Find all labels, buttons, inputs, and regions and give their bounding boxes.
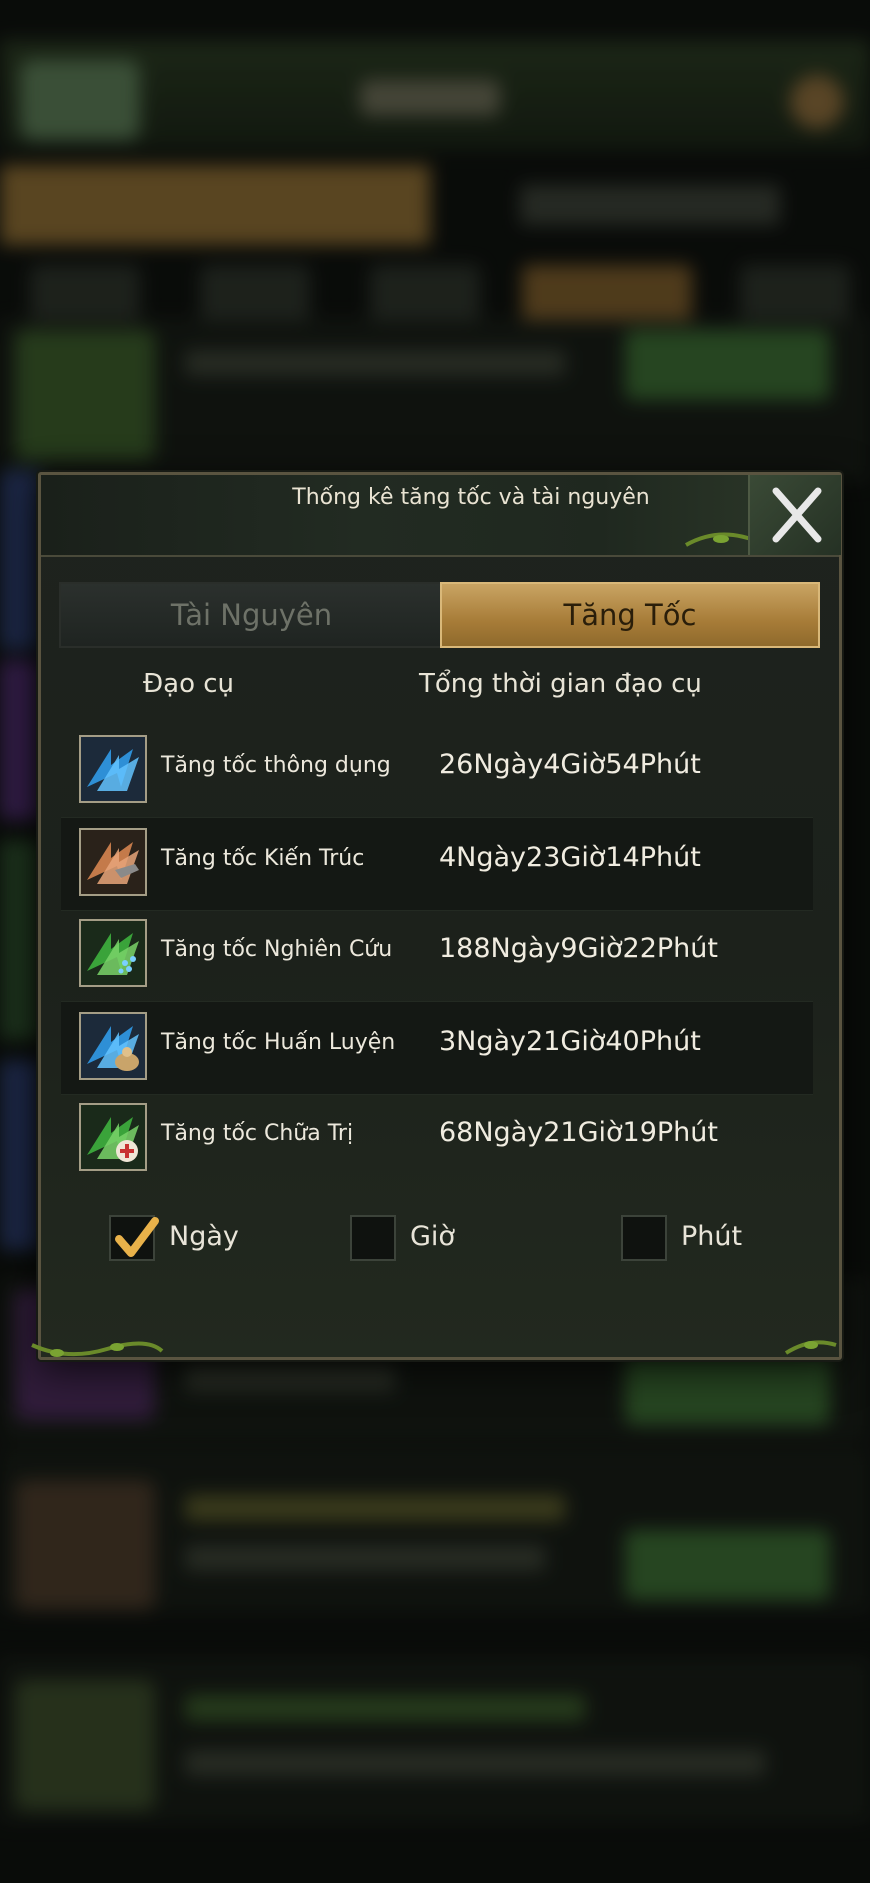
speedup-row: Tăng tốc Huấn Luyện 3Ngày21Giờ40Phút bbox=[61, 1001, 813, 1095]
speedup-time: 188Ngày9Giờ22Phút bbox=[439, 933, 718, 964]
checkbox-box[interactable] bbox=[621, 1215, 667, 1261]
vine-decoration-icon bbox=[31, 1341, 164, 1357]
speedup-stats-dialog: Thống kê tăng tốc và tài nguyên Tài Nguy… bbox=[31, 472, 842, 1360]
checkbox-box[interactable] bbox=[350, 1215, 396, 1261]
column-header-total-time: Tổng thời gian đạo cụ bbox=[419, 669, 702, 699]
speedup-research-icon bbox=[79, 919, 147, 987]
speedup-building-icon bbox=[79, 828, 147, 896]
speedup-name: Tăng tốc thông dụng bbox=[161, 753, 391, 778]
close-x-icon bbox=[772, 487, 822, 543]
speedup-row: Tăng tốc Kiến Trúc 4Ngày23Giờ14Phút bbox=[61, 817, 813, 911]
close-button[interactable] bbox=[748, 475, 841, 555]
speedup-name: Tăng tốc Chữa Trị bbox=[161, 1121, 354, 1146]
speedup-time: 3Ngày21Giờ40Phút bbox=[439, 1026, 701, 1057]
speedup-name: Tăng tốc Huấn Luyện bbox=[161, 1030, 396, 1055]
checkbox-box[interactable] bbox=[109, 1215, 159, 1261]
speedup-healing-icon bbox=[79, 1103, 147, 1171]
checkmark-icon bbox=[115, 1217, 159, 1257]
dialog-header: Thống kê tăng tốc và tài nguyên bbox=[41, 475, 841, 557]
unit-label: Ngày bbox=[169, 1221, 239, 1252]
unit-label: Phút bbox=[681, 1221, 743, 1252]
speedup-time: 68Ngày21Giờ19Phút bbox=[439, 1117, 718, 1148]
dialog-title: Thống kê tăng tốc và tài nguyên bbox=[292, 485, 650, 510]
tab-resources[interactable]: Tài Nguyên bbox=[59, 582, 444, 648]
speedup-general-icon bbox=[79, 735, 147, 803]
vine-decoration-icon bbox=[784, 1340, 837, 1355]
speedup-time: 26Ngày4Giờ54Phút bbox=[439, 749, 701, 780]
column-header-item: Đạo cụ bbox=[143, 669, 235, 699]
tab-bar: Tài Nguyên Tăng Tốc bbox=[59, 582, 820, 648]
tab-label: Tăng Tốc bbox=[563, 598, 697, 632]
speedup-name: Tăng tốc Kiến Trúc bbox=[161, 846, 365, 871]
tab-speedups[interactable]: Tăng Tốc bbox=[440, 582, 820, 648]
tab-label: Tài Nguyên bbox=[170, 598, 333, 632]
speedup-training-icon bbox=[79, 1012, 147, 1080]
speedup-time: 4Ngày23Giờ14Phút bbox=[439, 842, 701, 873]
speedup-row: Tăng tốc Nghiên Cứu 188Ngày9Giờ22Phút bbox=[61, 909, 813, 1001]
speedup-row: Tăng tốc thông dụng 26Ngày4Giờ54Phút bbox=[61, 725, 813, 817]
speedup-name: Tăng tốc Nghiên Cứu bbox=[161, 937, 393, 962]
unit-label: Giờ bbox=[410, 1221, 455, 1252]
speedup-row: Tăng tốc Chữa Trị 68Ngày21Giờ19Phút bbox=[61, 1093, 813, 1185]
